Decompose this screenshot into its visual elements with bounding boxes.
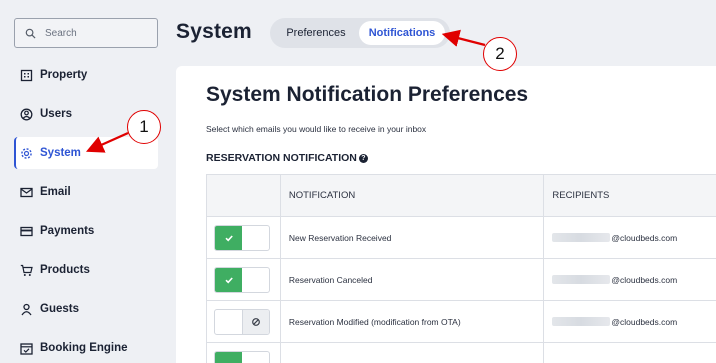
sidebar-item-products[interactable]: Products	[14, 254, 158, 286]
notification-toggle[interactable]	[214, 351, 270, 363]
notification-toggle[interactable]	[214, 308, 270, 335]
notification-name: Reservation Modified (modification from …	[281, 301, 545, 342]
recipient-email: @cloudbeds.com	[611, 274, 678, 285]
calendar-check-icon	[19, 341, 33, 355]
table-row: Reservation Canceled @cloudbeds.com	[207, 259, 716, 301]
recipient-cell[interactable]: @cloudbeds.com	[544, 217, 716, 258]
redacted-text	[552, 233, 611, 242]
sidebar-item-guests[interactable]: Guests	[14, 293, 158, 325]
sidebar-item-label: Users	[40, 108, 72, 120]
panel-subtitle: Select which emails you would like to re…	[206, 124, 427, 134]
section-heading-text: RESERVATION NOTIFICATION	[206, 152, 357, 164]
search-icon	[25, 28, 36, 39]
tab-notifications[interactable]: Notifications	[359, 21, 445, 45]
column-header-notification: NOTIFICATION	[281, 175, 545, 216]
search-input[interactable]	[45, 27, 145, 39]
sidebar-item-payments[interactable]: Payments	[14, 215, 158, 247]
table-row	[207, 343, 716, 363]
section-heading: RESERVATION NOTIFICATION ?	[206, 152, 368, 164]
notifications-table: NOTIFICATION RECIPIENTS New Reservation …	[206, 174, 716, 363]
redacted-text	[552, 317, 611, 326]
sidebar-item-email[interactable]: Email	[14, 176, 158, 208]
recipient-cell[interactable]: @cloudbeds.com	[544, 301, 716, 342]
sidebar-item-label: Payments	[40, 225, 95, 237]
annotation-badge-2: 2	[483, 37, 517, 71]
sidebar: Property Users System Email Payments Pro…	[0, 0, 168, 363]
notification-toggle[interactable]	[214, 224, 270, 251]
page-title: System	[176, 20, 252, 43]
recipient-cell[interactable]: @cloudbeds.com	[544, 259, 716, 300]
table-header: NOTIFICATION RECIPIENTS	[207, 175, 716, 217]
sidebar-item-label: Booking Engine	[40, 342, 128, 354]
disabled-icon	[241, 309, 269, 334]
main-panel: System Notification Preferences Select w…	[176, 66, 716, 363]
column-header-toggle	[207, 175, 281, 216]
table-row: Reservation Modified (modification from …	[207, 301, 716, 343]
person-icon	[19, 302, 33, 316]
tab-switcher: Preferences Notifications	[270, 18, 450, 48]
notification-name: New Reservation Received	[281, 217, 545, 258]
help-icon[interactable]: ?	[358, 153, 368, 163]
check-icon	[215, 225, 242, 250]
notification-toggle[interactable]	[214, 266, 270, 293]
sidebar-item-label: System	[40, 147, 81, 159]
cart-icon	[19, 263, 33, 277]
sidebar-item-label: Email	[40, 186, 71, 198]
sidebar-item-booking-engine[interactable]: Booking Engine	[14, 332, 158, 363]
sidebar-item-label: Property	[40, 69, 88, 81]
check-icon	[215, 267, 242, 292]
table-row: New Reservation Received @cloudbeds.com	[207, 217, 716, 259]
credit-card-icon	[19, 224, 33, 238]
recipient-email: @cloudbeds.com	[611, 316, 678, 327]
gear-icon	[19, 146, 33, 160]
panel-title: System Notification Preferences	[206, 83, 529, 106]
tab-preferences[interactable]: Preferences	[273, 21, 359, 45]
envelope-icon	[19, 185, 33, 199]
sidebar-item-label: Guests	[40, 303, 79, 315]
sidebar-item-label: Products	[40, 264, 90, 276]
column-header-recipients: RECIPIENTS	[552, 190, 610, 201]
user-circle-icon	[19, 107, 33, 121]
building-icon	[19, 68, 33, 82]
redacted-text	[552, 275, 611, 284]
recipient-email: @cloudbeds.com	[611, 232, 678, 243]
sidebar-item-property[interactable]: Property	[14, 59, 158, 91]
annotation-badge-1: 1	[127, 110, 161, 144]
notification-name: Reservation Canceled	[281, 259, 545, 300]
search-box[interactable]	[14, 18, 158, 48]
